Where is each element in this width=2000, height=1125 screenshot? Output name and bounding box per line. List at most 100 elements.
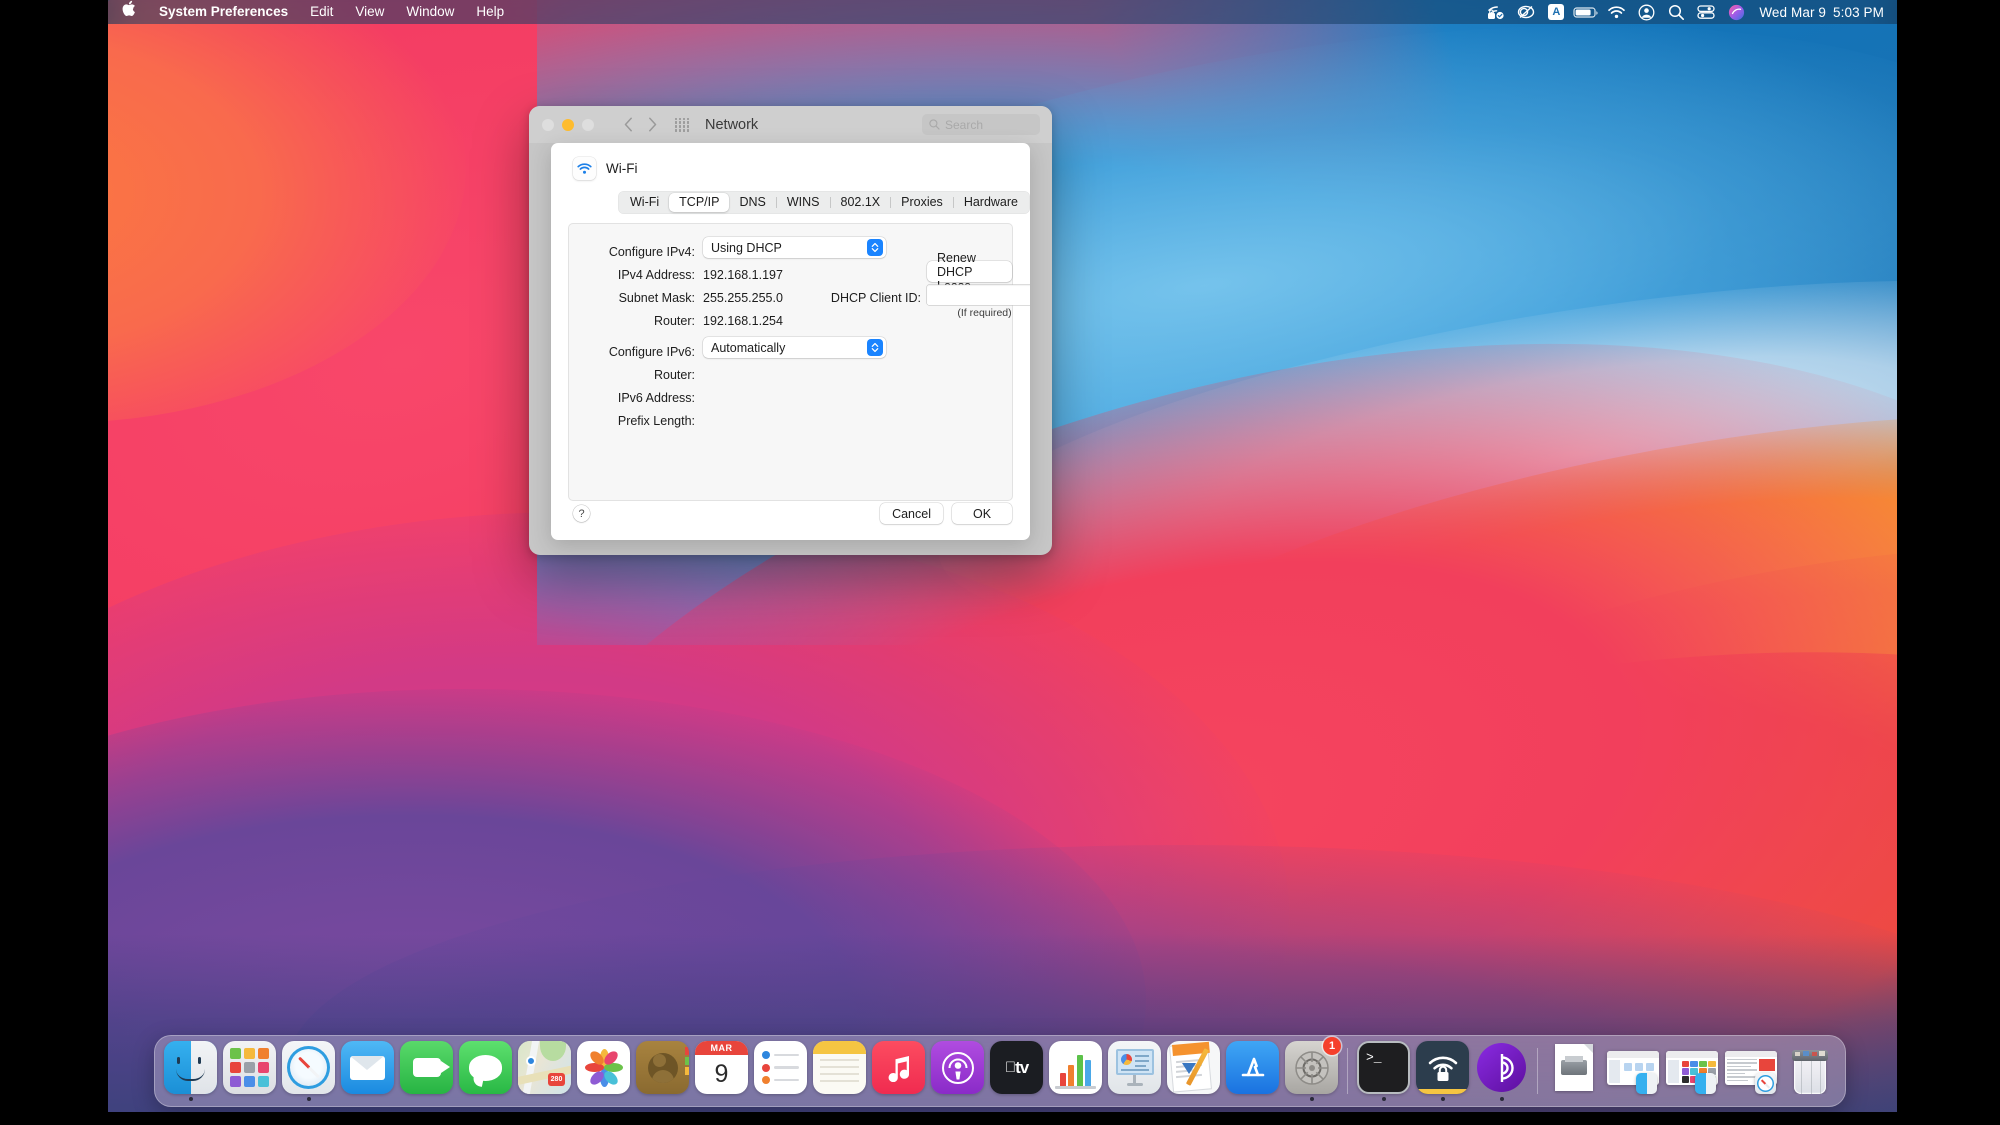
chevron-updown-icon[interactable] [867,339,883,356]
configure-ipv6-label: Configure IPv6: [608,345,695,359]
ipv4-address-value: 192.168.1.197 [703,268,783,282]
tab-wifi[interactable]: Wi-Fi [620,193,669,212]
traffic-light-buttons [529,118,594,131]
ipv4-address-value-row: 192.168.1.197 [703,268,783,282]
battery-icon[interactable] [1571,0,1601,24]
menu-edit[interactable]: Edit [299,0,344,24]
dock-item-keynote[interactable] [1106,1039,1163,1103]
tab-hardware[interactable]: Hardware [954,193,1028,212]
tab-tcpip[interactable]: TCP/IP [669,193,730,212]
dock-item-finder-window-1[interactable] [1604,1039,1661,1103]
menubar-clock[interactable]: Wed Mar 9 5:03 PM [1751,5,1884,20]
vpn-lock-check-icon[interactable] [1481,0,1511,24]
dock-item-terminal[interactable]: >_ [1355,1039,1412,1103]
menu-help[interactable]: Help [465,0,515,24]
dock-item-safari[interactable] [280,1039,337,1103]
calendar-month: MAR [695,1041,748,1055]
dock-item-reminders[interactable] [752,1039,809,1103]
configure-ipv6-select[interactable]: Automatically [703,337,886,358]
dock-item-finder[interactable] [162,1039,219,1103]
dock-item-maps[interactable]: 280 [516,1039,573,1103]
tab-proxies[interactable]: Proxies [891,193,953,212]
tab-8021x[interactable]: 802.1X [831,193,891,212]
ipv6-address-label: IPv6 Address: [617,391,695,405]
subnet-mask-value-row: 255.255.255.0 [703,291,783,305]
dock-item-calendar[interactable]: MAR 9 [693,1039,750,1103]
dock-item-numbers[interactable] [1047,1039,1104,1103]
configure-ipv4-select[interactable]: Using DHCP [703,237,886,258]
running-indicator [248,1097,252,1101]
dock-item-photos[interactable] [575,1039,632,1103]
dock-item-facetime[interactable] [398,1039,455,1103]
dock-item-messages[interactable] [457,1039,514,1103]
minimize-button[interactable] [562,118,574,131]
ipv4-router-label-row: Router: [569,314,695,328]
menu-system-preferences[interactable]: System Preferences [148,0,299,24]
prefix-length-label: Prefix Length: [617,414,695,428]
dock-item-notes[interactable] [811,1039,868,1103]
dock: 280 MAR 9 tv 1 >_ [154,1035,1846,1107]
dock-item-podcasts[interactable] [929,1039,986,1103]
input-source-A-icon[interactable]: A [1541,0,1571,24]
wifi-icon[interactable] [1601,0,1631,24]
tab-wins[interactable]: WINS [777,193,830,212]
tab-dns[interactable]: DNS [729,193,775,212]
running-indicator [1015,1097,1019,1101]
dock-item-trash[interactable] [1781,1039,1838,1103]
siri-icon[interactable] [1721,0,1751,24]
dock-item-mail[interactable] [339,1039,396,1103]
search-input[interactable]: Search [922,114,1040,135]
clock-time: 5:03 PM [1833,4,1884,20]
tcpip-form-panel: Configure IPv4: Using DHCP IPv4 Address:… [568,223,1030,501]
window-title: Network [705,116,759,133]
screen-bezel-bottom [0,1112,2000,1125]
chevron-updown-icon[interactable] [867,239,883,256]
dock-item-music[interactable] [870,1039,927,1103]
dock-item-system-preferences[interactable]: 1 [1283,1037,1341,1103]
user-account-icon[interactable] [1631,0,1661,24]
back-button[interactable] [616,113,640,137]
dock-item-wifi-security-app[interactable] [1414,1039,1471,1103]
dhcp-client-id-label: DHCP Client ID: [830,291,921,305]
dock-item-tor-browser[interactable] [1473,1039,1530,1103]
renew-dhcp-lease-button[interactable]: Renew DHCP Lease [927,251,1012,293]
dock-item-contacts[interactable] [634,1039,691,1103]
dhcp-client-id-hint-row: (If required) [927,307,1030,319]
creative-cloud-icon[interactable] [1511,0,1541,24]
dock-item-document-print[interactable] [1545,1039,1602,1103]
close-button[interactable] [542,118,554,131]
search-icon [929,119,940,130]
menu-window[interactable]: Window [395,0,465,24]
running-indicator [1631,1097,1635,1101]
show-all-grid-icon[interactable] [673,116,691,134]
running-indicator [425,1097,429,1101]
dock-item-finder-window-2[interactable] [1663,1039,1720,1103]
running-indicator [366,1097,370,1101]
spotlight-search-icon[interactable] [1661,0,1691,24]
running-indicator [188,1097,193,1101]
dock-item-safari-window[interactable] [1722,1039,1779,1103]
running-indicator [1572,1097,1576,1101]
forward-button[interactable] [640,113,664,137]
screen-bezel-right [1897,0,2000,1125]
running-indicator [1309,1097,1314,1101]
dock-item-launchpad[interactable] [221,1039,278,1103]
dock-item-pages[interactable] [1165,1039,1222,1103]
dock-item-app-store[interactable] [1224,1039,1281,1103]
running-indicator [956,1097,960,1101]
dock-item-appletv[interactable]: tv [988,1039,1045,1103]
ipv4-router-value-row: 192.168.1.254 [703,314,783,328]
menu-view[interactable]: View [344,0,395,24]
control-center-icon[interactable] [1691,0,1721,24]
ok-button[interactable]: OK [952,503,1012,524]
dhcp-client-id-input[interactable] [927,285,1030,305]
cancel-button[interactable]: Cancel [880,503,943,524]
running-indicator [1690,1097,1694,1101]
apple-logo-icon[interactable] [112,0,148,25]
desktop-screen: System Preferences Edit View Window Help [0,0,2000,1125]
system-preferences-window: Network Search Wi-Fi Wi-Fi TCP/IP DNS WI… [529,106,1052,555]
zoom-button[interactable] [582,118,594,131]
help-button[interactable]: ? [573,505,590,522]
running-indicator [1133,1097,1137,1101]
ipv6-address-label-row: IPv6 Address: [569,391,695,405]
